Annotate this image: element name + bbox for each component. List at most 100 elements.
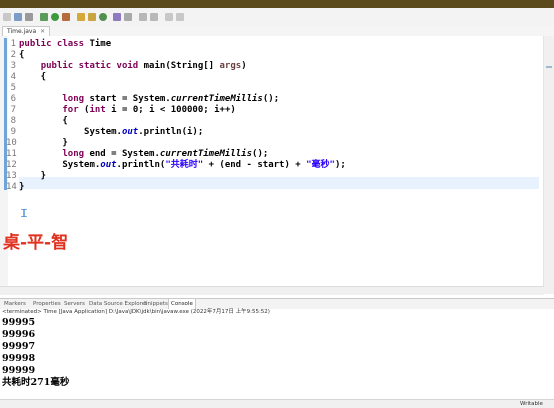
code-line: } (19, 171, 46, 182)
line-number: 13 (6, 171, 17, 181)
next-annotation-icon[interactable] (139, 13, 147, 21)
console-line: 99998 (2, 353, 36, 364)
code-token: + (end - start) + (203, 160, 307, 170)
line-number: 1 (10, 39, 16, 49)
text-cursor-icon (21, 209, 27, 217)
code-token: (); (262, 94, 280, 104)
code-token: main(String[] (143, 61, 220, 71)
code-token: long (62, 149, 90, 159)
code-token: } (19, 182, 25, 192)
window-title-bar (0, 0, 554, 8)
overview-ruler-mark (546, 66, 552, 68)
line-number: 2 (10, 50, 16, 60)
tab-console[interactable]: Console (168, 298, 196, 309)
prev-annotation-icon[interactable] (150, 13, 158, 21)
line-number: 9 (10, 127, 16, 137)
code-line: public class Time (19, 39, 111, 50)
code-token: out (121, 127, 139, 137)
editor-tab-label: Time.java (7, 28, 37, 35)
code-line: long start = System.currentTimeMillis(); (19, 94, 279, 105)
code-line: { (19, 116, 68, 127)
close-icon[interactable]: ✕ (40, 28, 45, 35)
run-icon[interactable] (51, 13, 59, 21)
console-view[interactable]: <terminated> Time [Java Application] D:\… (0, 309, 554, 399)
code-token: i = 0; i < 100000; i++) (111, 105, 236, 115)
current-line-highlight (19, 177, 539, 189)
code-token: public class (19, 39, 90, 49)
code-token: long (62, 94, 90, 104)
open-type-icon[interactable] (113, 13, 121, 21)
line-number: 10 (6, 138, 17, 148)
code-token: out (100, 160, 117, 170)
code-token: currentTimeMillis (170, 94, 263, 104)
line-number: 6 (10, 94, 16, 104)
tab-data-source-explorer[interactable]: Data Source Explorer (89, 299, 147, 309)
code-token: "毫秒" (306, 160, 335, 170)
code-token: for (62, 105, 85, 115)
code-line: System.out.println("共耗时" + (end - start)… (19, 160, 346, 171)
search-icon[interactable] (124, 13, 132, 21)
code-token: { (19, 50, 25, 60)
code-token: .println( (116, 160, 166, 170)
new-java-project-icon[interactable] (77, 13, 85, 21)
code-token: int (89, 105, 112, 115)
code-token: public static void (40, 61, 144, 71)
code-token: .println(i); (138, 127, 204, 137)
code-token: } (19, 171, 47, 181)
line-number: 5 (10, 83, 16, 93)
external-tools-icon[interactable] (62, 13, 70, 21)
code-token: ) (241, 61, 247, 71)
tab-properties[interactable]: Properties (33, 299, 61, 309)
code-token: { (19, 116, 68, 126)
code-line: long end = System.currentTimeMillis(); (19, 149, 268, 160)
line-number: 12 (6, 160, 17, 170)
line-number: 3 (10, 61, 16, 71)
code-token: System. (19, 127, 122, 137)
code-token: { (19, 72, 47, 82)
new-package-icon[interactable] (88, 13, 96, 21)
line-number: 11 (6, 149, 17, 159)
code-editor[interactable]: 1 2 3 4 5 6 7 8 9 10 11 12 13 14 public class Time{ p… (0, 36, 554, 294)
code-line: } (19, 138, 68, 149)
save-icon[interactable] (14, 13, 22, 21)
code-token: } (19, 138, 68, 148)
code-line: { (19, 50, 24, 61)
line-number: 4 (10, 72, 16, 82)
forward-icon[interactable] (176, 13, 184, 21)
code-line: } (19, 182, 24, 193)
console-line: 99995 (2, 317, 36, 328)
tab-servers[interactable]: Servers (64, 299, 85, 309)
code-token: currentTimeMillis (159, 149, 253, 159)
console-header: <terminated> Time [Java Application] D:\… (2, 309, 270, 315)
back-icon[interactable] (165, 13, 173, 21)
code-line: public static void main(String[] args) (19, 61, 247, 72)
watermark-text: 桌-平-智 (3, 233, 69, 253)
code-line: for (int i = 0; i < 100000; i++) (19, 105, 236, 116)
editor-vertical-scrollbar[interactable] (543, 36, 554, 294)
new-icon[interactable] (3, 13, 11, 21)
code-token: Time (89, 39, 112, 49)
code-token: start = System. (89, 94, 171, 104)
debug-icon[interactable] (40, 13, 48, 21)
code-token: "共耗时" (165, 160, 204, 170)
line-number: 7 (10, 105, 16, 115)
code-token: args (219, 61, 242, 71)
editor-horizontal-scrollbar[interactable] (0, 286, 544, 295)
line-number: 8 (10, 116, 16, 126)
console-line: 99996 (2, 329, 36, 340)
console-line: 共耗时271毫秒 (2, 377, 70, 388)
print-icon[interactable] (25, 13, 33, 21)
tab-markers[interactable]: Markers (4, 299, 26, 309)
code-token: System. (19, 160, 101, 170)
new-class-icon[interactable] (99, 13, 107, 21)
code-token: ); (334, 160, 346, 170)
tab-snippets[interactable]: Snippets (144, 299, 168, 309)
console-line: 99997 (2, 341, 36, 352)
code-line: System.out.println(i); (19, 127, 203, 138)
main-toolbar (0, 8, 554, 27)
code-token: (); (252, 149, 269, 159)
